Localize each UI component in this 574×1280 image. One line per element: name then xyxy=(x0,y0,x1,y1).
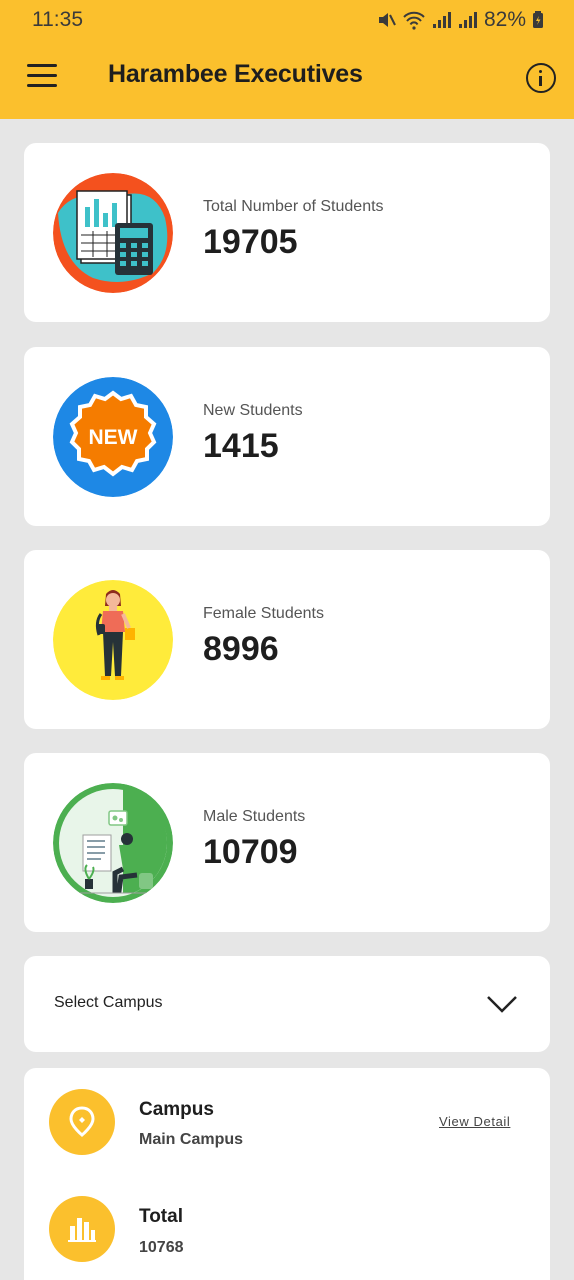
campus-select-placeholder: Select Campus xyxy=(54,994,163,1011)
signal-icon-2 xyxy=(458,12,477,28)
stat-value: 10709 xyxy=(203,833,298,871)
new-badge-icon: NEW xyxy=(53,377,173,497)
wifi-icon xyxy=(403,11,425,30)
info-icon[interactable] xyxy=(526,63,556,93)
campus-value: Main Campus xyxy=(139,1131,244,1148)
bar-chart-icon xyxy=(49,1196,115,1262)
campus-detail-card: Campus Main Campus View Detail Total 107… xyxy=(24,1068,550,1280)
campus-select[interactable]: Select Campus xyxy=(24,956,550,1052)
female-students-card: Female Students 8996 xyxy=(24,550,550,729)
total-value: 10768 xyxy=(139,1239,184,1256)
campus-label: Campus xyxy=(139,1099,214,1120)
stat-label: Male Students xyxy=(203,808,306,825)
location-pin-icon xyxy=(49,1089,115,1155)
stat-label: New Students xyxy=(203,402,303,419)
toolbar: Harambee Executives xyxy=(0,40,574,119)
new-students-card: NEW New Students 1415 xyxy=(24,347,550,526)
status-bar: 11:35 82% xyxy=(0,0,574,40)
male-students-card: Male Students 10709 xyxy=(24,753,550,932)
stat-value: 1415 xyxy=(203,427,279,465)
male-student-icon xyxy=(53,783,173,903)
stat-label: Total Number of Students xyxy=(203,198,384,215)
female-student-icon xyxy=(53,580,173,700)
spreadsheet-calculator-icon xyxy=(53,173,173,293)
stat-value: 19705 xyxy=(203,223,298,261)
view-detail-link[interactable]: View Detail xyxy=(439,1114,510,1129)
new-badge-text: NEW xyxy=(89,426,138,449)
total-students-card: Total Number of Students 19705 xyxy=(24,143,550,322)
stat-label: Female Students xyxy=(203,605,324,622)
chevron-down-icon[interactable] xyxy=(486,994,518,1014)
hamburger-menu-icon[interactable] xyxy=(27,64,57,90)
battery-level: 82% xyxy=(483,8,526,31)
app-bar: 11:35 82% Harambee Executives xyxy=(0,0,574,119)
stat-value: 8996 xyxy=(203,630,279,668)
page-title: Harambee Executives xyxy=(108,60,363,88)
signal-icon xyxy=(432,12,451,28)
status-time: 11:35 xyxy=(32,8,83,31)
status-icons: 82% xyxy=(376,8,544,32)
battery-icon xyxy=(533,11,543,28)
total-label: Total xyxy=(139,1206,183,1227)
mute-icon xyxy=(378,13,396,27)
